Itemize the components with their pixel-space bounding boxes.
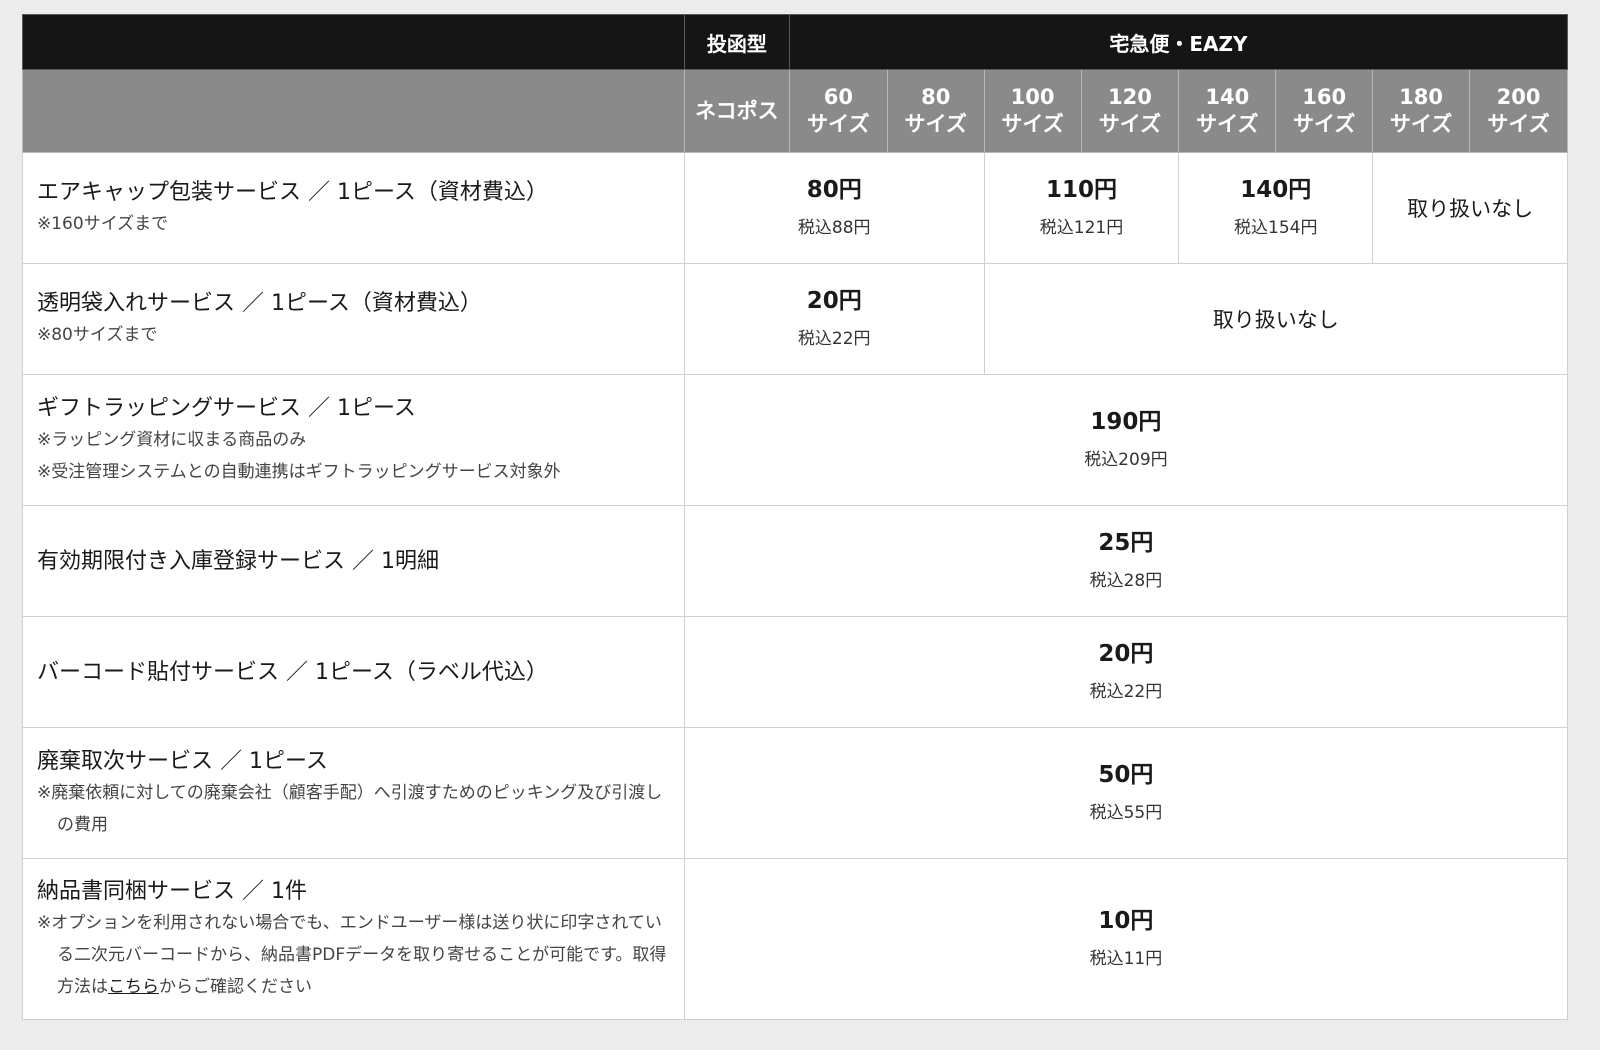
row-note: ※ラッピング資材に収まる商品のみ bbox=[37, 429, 307, 450]
header-size-200: 200 サイズ bbox=[1469, 69, 1568, 153]
size-number: 160 bbox=[1302, 85, 1347, 109]
row-note: ※受注管理システムとの自動連携はギフトラッピングサービス対象外 bbox=[37, 461, 561, 482]
price-tax: 税込22円 bbox=[1089, 682, 1163, 702]
size-suffix: サイズ bbox=[904, 112, 967, 136]
row-title: 納品書同梱サービス ／ 1件 bbox=[37, 878, 307, 904]
size-number: 180 bbox=[1399, 85, 1444, 109]
row-note: ※オプションを利用されない場合でも、エンドユーザー様は送り状に印字されている二次… bbox=[37, 907, 672, 1003]
row-note: ※80サイズまで bbox=[37, 324, 158, 345]
pricing-table-container: 投函型 宅急便・EAZY ネコポス 60 サイズ 80 サイズ 100 サイズ 120… bbox=[22, 14, 1569, 1020]
price-value: 140円 bbox=[1240, 177, 1312, 203]
size-number: 120 bbox=[1108, 85, 1152, 109]
price-cell: 190円 税込209円 bbox=[683, 374, 1569, 506]
header-nekopos: ネコポス bbox=[683, 69, 790, 153]
row-title: エアキャップ包装サービス ／ 1ピース（資材費込） bbox=[37, 179, 548, 205]
not-available-text: 取り扱いなし bbox=[1407, 197, 1534, 221]
price-cell: 25円 税込28円 bbox=[683, 505, 1569, 617]
row-title: ギフトラッピングサービス ／ 1ピース bbox=[37, 395, 416, 421]
header-size-80: 80 サイズ bbox=[886, 69, 985, 153]
price-cell: 140円 税込154円 bbox=[1178, 152, 1374, 264]
size-number: 140 bbox=[1205, 85, 1250, 109]
price-value: 190円 bbox=[1090, 409, 1162, 435]
size-number: 100 bbox=[1010, 85, 1055, 109]
row-label-cell: 有効期限付き入庫登録サービス ／ 1明細 bbox=[22, 505, 685, 617]
size-suffix: サイズ bbox=[1487, 112, 1550, 136]
price-value: 80円 bbox=[806, 177, 862, 203]
size-suffix: サイズ bbox=[1001, 112, 1064, 136]
header-size-100: 100 サイズ bbox=[983, 69, 1082, 153]
row-title: 廃棄取次サービス ／ 1ピース bbox=[37, 748, 328, 774]
header-size-120: 120 サイズ bbox=[1080, 69, 1180, 153]
header-blank-cell bbox=[22, 14, 685, 70]
price-tax: 税込121円 bbox=[1039, 218, 1124, 238]
not-available-text: 取り扱いなし bbox=[1212, 308, 1339, 332]
row-label-cell: ギフトラッピングサービス ／ 1ピース ※ラッピング資材に収まる商品のみ ※受注… bbox=[22, 374, 685, 506]
header-size-140: 140 サイズ bbox=[1178, 69, 1277, 153]
row-note: ※160サイズまで bbox=[37, 213, 169, 234]
price-tax: 税込209円 bbox=[1084, 450, 1168, 470]
size-suffix: サイズ bbox=[1389, 112, 1453, 136]
price-tax: 税込11円 bbox=[1089, 949, 1163, 969]
header-group-mail: 投函型 bbox=[683, 14, 790, 70]
header-group-delivery: 宅急便・EAZY bbox=[788, 14, 1569, 70]
row-label-cell: 透明袋入れサービス ／ 1ピース（資材費込） ※80サイズまで bbox=[22, 263, 685, 375]
table-row-clear-bag: 透明袋入れサービス ／ 1ピース（資材費込） ※80サイズまで 20円 税込22… bbox=[22, 263, 1569, 375]
price-value: 10円 bbox=[1098, 908, 1154, 934]
price-cell: 110円 税込121円 bbox=[983, 152, 1180, 264]
table-row-aircap: エアキャップ包装サービス ／ 1ピース（資材費込） ※160サイズまで 80円 … bbox=[22, 152, 1568, 264]
price-cell: 20円 税込22円 bbox=[683, 616, 1569, 728]
row-label-cell: 納品書同梱サービス ／ 1件 ※オプションを利用されない場合でも、エンドユーザー… bbox=[22, 858, 685, 1020]
header-size-180: 180 サイズ bbox=[1372, 69, 1471, 153]
price-tax: 税込22円 bbox=[797, 329, 871, 349]
header-row-groups: 投函型 宅急便・EAZY bbox=[22, 14, 1569, 70]
price-value: 25円 bbox=[1098, 530, 1154, 556]
size-suffix: サイズ bbox=[807, 112, 870, 136]
price-tax: 税込88円 bbox=[797, 218, 871, 238]
row-note: ※廃棄依頼に対しての廃棄会社（顧客手配）へ引渡すためのピッキング及び引渡しの費用 bbox=[37, 782, 663, 835]
size-suffix: サイズ bbox=[1098, 112, 1162, 136]
row-label-cell: 廃棄取次サービス ／ 1ピース ※廃棄依頼に対しての廃棄会社（顧客手配）へ引渡す… bbox=[22, 727, 685, 859]
row-title: バーコード貼付サービス ／ 1ピース（ラベル代込） bbox=[37, 659, 548, 685]
price-tax: 税込28円 bbox=[1089, 571, 1163, 591]
header-size-160: 160 サイズ bbox=[1275, 69, 1374, 153]
table-row-invoice-enclosure: 納品書同梱サービス ／ 1件 ※オプションを利用されない場合でも、エンドユーザー… bbox=[22, 858, 1569, 1020]
price-value: 110円 bbox=[1046, 177, 1118, 203]
size-number: 80 bbox=[921, 85, 951, 109]
price-cell: 20円 税込22円 bbox=[683, 263, 985, 375]
size-number: 60 bbox=[823, 85, 853, 109]
details-link[interactable]: こちら bbox=[108, 977, 159, 997]
price-value: 20円 bbox=[806, 288, 862, 314]
header-size-60: 60 サイズ bbox=[788, 69, 888, 153]
note-text: からご確認ください bbox=[159, 976, 312, 997]
header-blank-cell-2 bbox=[22, 69, 685, 153]
table-row-barcode: バーコード貼付サービス ／ 1ピース（ラベル代込） 20円 税込22円 bbox=[22, 616, 1569, 728]
price-cell: 80円 税込88円 bbox=[683, 152, 985, 264]
price-value: 20円 bbox=[1098, 641, 1154, 667]
price-cell: 10円 税込11円 bbox=[683, 858, 1569, 1020]
price-tax: 税込154円 bbox=[1234, 218, 1318, 238]
table-row-expiry-registration: 有効期限付き入庫登録サービス ／ 1明細 25円 税込28円 bbox=[22, 505, 1569, 617]
table-row-gift-wrapping: ギフトラッピングサービス ／ 1ピース ※ラッピング資材に収まる商品のみ ※受注… bbox=[22, 374, 1569, 506]
not-available-cell: 取り扱いなし bbox=[983, 263, 1569, 375]
price-tax: 税込55円 bbox=[1089, 803, 1163, 823]
row-title: 透明袋入れサービス ／ 1ピース（資材費込） bbox=[37, 290, 482, 316]
size-suffix: サイズ bbox=[1293, 112, 1356, 136]
row-title: 有効期限付き入庫登録サービス ／ 1明細 bbox=[37, 548, 439, 574]
header-row-sizes: ネコポス 60 サイズ 80 サイズ 100 サイズ 120 サイズ 140 サイズ 16… bbox=[22, 69, 1568, 153]
row-label-cell: バーコード貼付サービス ／ 1ピース（ラベル代込） bbox=[22, 616, 685, 728]
size-suffix: サイズ bbox=[1196, 112, 1259, 136]
table-row-disposal: 廃棄取次サービス ／ 1ピース ※廃棄依頼に対しての廃棄会社（顧客手配）へ引渡す… bbox=[22, 727, 1569, 859]
row-label-cell: エアキャップ包装サービス ／ 1ピース（資材費込） ※160サイズまで bbox=[22, 152, 685, 264]
price-cell: 50円 税込55円 bbox=[683, 727, 1569, 859]
price-value: 50円 bbox=[1098, 762, 1154, 788]
size-number: 200 bbox=[1496, 85, 1541, 109]
option-service-pricing-table: 投函型 宅急便・EAZY ネコポス 60 サイズ 80 サイズ 100 サイズ 120… bbox=[22, 14, 1569, 1020]
not-available-cell: 取り扱いなし bbox=[1372, 152, 1568, 264]
